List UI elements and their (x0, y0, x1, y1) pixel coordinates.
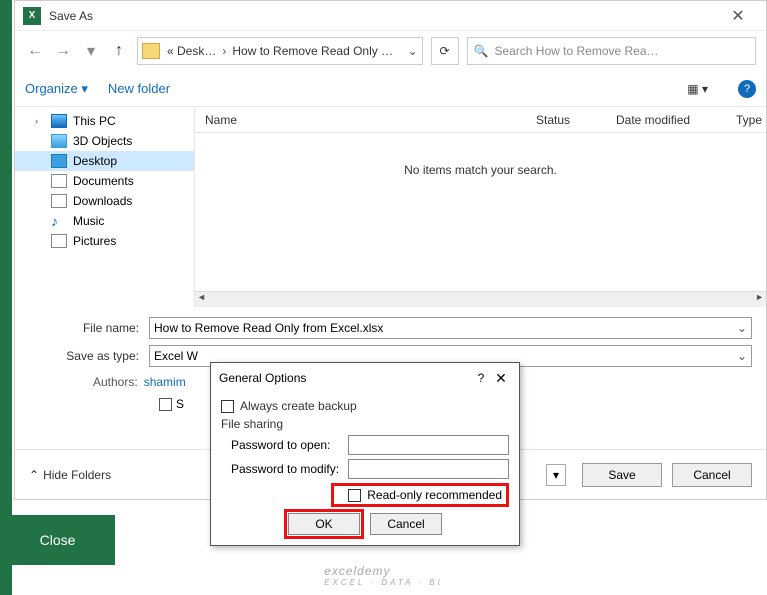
close-icon[interactable]: ✕ (718, 6, 758, 26)
address-bar[interactable]: « Desk… › How to Remove Read Only … ⌄ (137, 37, 423, 65)
readonly-recommended-row: Read-only recommended (331, 483, 509, 507)
tools-dropdown[interactable]: ▾ (546, 464, 566, 486)
file-list: Name Status Date modified Type No items … (195, 107, 766, 307)
download-icon (51, 194, 67, 208)
view-options-button[interactable]: ▦ ▾ (687, 82, 708, 96)
general-options-dialog: General Options ? ✕ Always create backup… (210, 362, 520, 546)
readonly-recommended-label: Read-only recommended (367, 488, 502, 502)
savetype-value: Excel W (154, 349, 198, 363)
app-sidebar-bg (0, 0, 12, 595)
filename-input[interactable]: How to Remove Read Only from Excel.xlsx … (149, 317, 752, 339)
horizontal-scrollbar[interactable] (195, 291, 766, 307)
save-thumbnail-checkbox[interactable] (159, 398, 172, 411)
col-status[interactable]: Status (526, 113, 606, 127)
always-backup-label: Always create backup (240, 399, 357, 413)
desktop-icon (51, 154, 67, 168)
save-button[interactable]: Save (582, 463, 662, 487)
cube-icon (51, 134, 67, 148)
close-panel-button[interactable]: Close (0, 515, 115, 565)
expand-icon[interactable]: › (35, 116, 45, 126)
col-name[interactable]: Name (195, 113, 526, 127)
toolbar: Organize ▾ New folder ▦ ▾ ? (15, 71, 766, 107)
hide-folders-button[interactable]: ⌃ Hide Folders (29, 468, 111, 482)
password-modify-label: Password to modify: (231, 462, 348, 476)
music-icon: ♪ (51, 214, 67, 228)
authors-value[interactable]: shamim (144, 375, 186, 389)
col-date[interactable]: Date modified (606, 113, 726, 127)
savetype-label: Save as type: (29, 349, 149, 363)
ok-button[interactable]: OK (288, 513, 360, 535)
search-placeholder: Search How to Remove Rea… (494, 44, 658, 58)
filename-label: File name: (29, 321, 149, 335)
help-icon[interactable]: ? (738, 80, 756, 98)
always-backup-checkbox[interactable] (221, 400, 234, 413)
dialog-title: Save As (49, 9, 718, 23)
excel-icon: X (23, 7, 41, 25)
column-headers: Name Status Date modified Type (195, 107, 766, 133)
chevron-down-icon[interactable]: ⌄ (737, 321, 747, 335)
tree-item-3d-objects[interactable]: 3D Objects (15, 131, 194, 151)
close-icon[interactable]: ✕ (491, 370, 511, 387)
document-icon (51, 174, 67, 188)
password-open-label: Password to open: (231, 438, 348, 452)
tree-label: Desktop (73, 154, 117, 168)
pc-icon (51, 114, 67, 128)
genopt-cancel-button[interactable]: Cancel (370, 513, 442, 535)
folder-tree: › This PC 3D Objects Desktop Documents D… (15, 107, 195, 307)
chevron-right-icon[interactable]: › (219, 44, 229, 58)
col-type[interactable]: Type (726, 113, 766, 127)
tree-item-desktop[interactable]: Desktop (15, 151, 194, 171)
tree-item-this-pc[interactable]: › This PC (15, 111, 194, 131)
recent-dropdown-icon[interactable]: ▾ (81, 41, 101, 61)
refresh-button[interactable]: ⟳ (431, 37, 459, 65)
chevron-down-icon[interactable]: ⌄ (737, 349, 747, 363)
cancel-button[interactable]: Cancel (672, 463, 752, 487)
authors-label: Authors: (93, 375, 138, 389)
up-icon[interactable]: ↑ (109, 41, 129, 61)
titlebar: X Save As ✕ (15, 1, 766, 31)
search-icon: 🔍 (474, 44, 489, 58)
chevron-up-icon: ⌃ (29, 468, 39, 482)
save-thumbnail-label: S (176, 397, 184, 411)
tree-label: Downloads (73, 194, 132, 208)
back-icon[interactable]: ← (25, 41, 45, 61)
genopt-titlebar: General Options ? ✕ (211, 363, 519, 393)
file-sharing-section: File sharing (221, 417, 509, 431)
search-input[interactable]: 🔍 Search How to Remove Rea… (467, 37, 757, 65)
filename-value: How to Remove Read Only from Excel.xlsx (154, 321, 383, 335)
tree-item-music[interactable]: ♪ Music (15, 211, 194, 231)
breadcrumb-segment[interactable]: How to Remove Read Only … (229, 44, 396, 58)
genopt-title: General Options (219, 371, 471, 385)
empty-message: No items match your search. (195, 133, 766, 291)
tree-label: Pictures (73, 234, 116, 248)
new-folder-button[interactable]: New folder (108, 81, 170, 96)
password-open-input[interactable] (348, 435, 509, 455)
tree-item-pictures[interactable]: Pictures (15, 231, 194, 251)
tree-label: This PC (73, 114, 116, 128)
tree-label: Music (73, 214, 104, 228)
tree-label: Documents (73, 174, 134, 188)
tree-item-documents[interactable]: Documents (15, 171, 194, 191)
organize-button[interactable]: Organize ▾ (25, 81, 88, 97)
chevron-down-icon[interactable]: ⌄ (407, 44, 417, 58)
hide-folders-label: Hide Folders (43, 468, 111, 482)
readonly-recommended-checkbox[interactable] (348, 489, 361, 502)
picture-icon (51, 234, 67, 248)
watermark: exceldemy EXCEL · DATA · BI (324, 562, 443, 587)
password-modify-input[interactable] (348, 459, 509, 479)
navbar: ← → ▾ ↑ « Desk… › How to Remove Read Onl… (15, 31, 766, 71)
help-icon[interactable]: ? (471, 371, 491, 385)
tree-label: 3D Objects (73, 134, 132, 148)
breadcrumb-segment[interactable]: « Desk… (164, 44, 219, 58)
forward-icon: → (53, 41, 73, 61)
tree-item-downloads[interactable]: Downloads (15, 191, 194, 211)
folder-icon (142, 43, 160, 59)
